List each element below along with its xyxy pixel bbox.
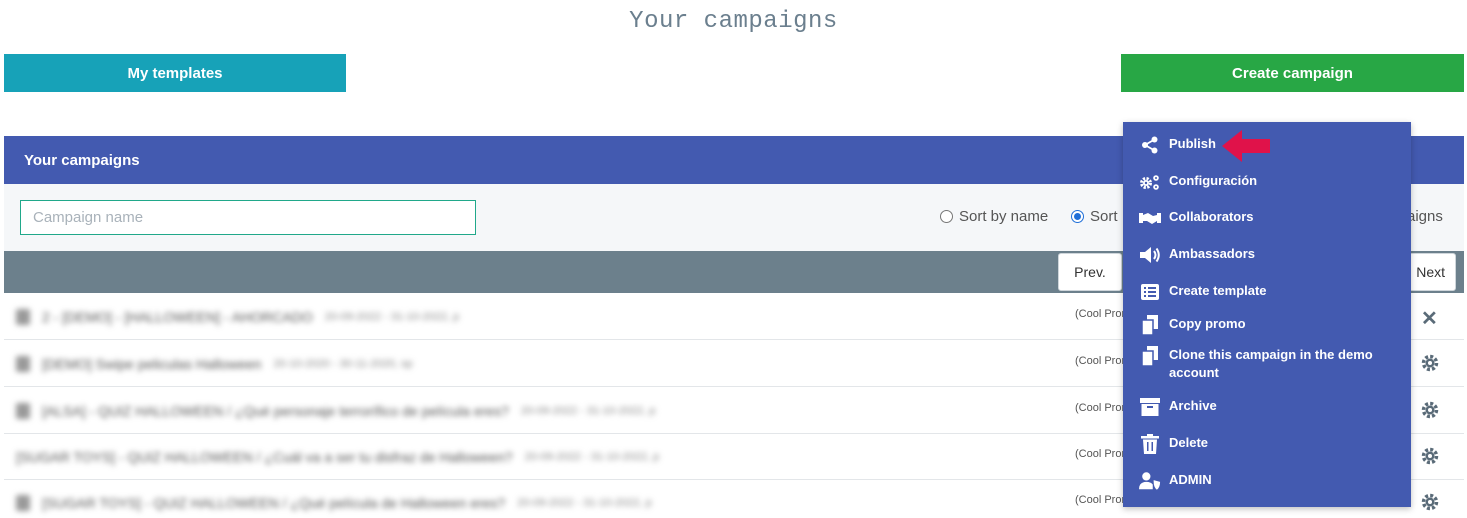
annotation-arrow-icon [1222, 130, 1270, 162]
gear-icon[interactable] [1420, 353, 1440, 373]
document-icon [16, 495, 30, 511]
campaign-name: [ALSA] - QUIZ HALLOWEEN / ¿Qué personaje… [42, 403, 509, 419]
campaign-name: [SUGAR TOYS] - QUIZ HALLOWEEN / ¿Cuál va… [16, 449, 513, 465]
menu-item-label: Collaborators [1169, 209, 1254, 224]
campaign-context-menu: Publish Configuración Collaborators Amba… [1123, 122, 1411, 507]
sort-by-name-label: Sort by name [959, 208, 1049, 225]
campaign-name: 2 - [DEMO] - [HALLOWEEN] - AHORCADO [42, 309, 313, 325]
menu-item-label: Clone this campaign in the demo account [1169, 347, 1373, 380]
menu-item-configuracion[interactable]: Configuración [1139, 172, 1379, 192]
campaign-name: [SUGAR TOYS] - QUIZ HALLOWEEN / ¿Qué pel… [42, 495, 506, 511]
panel-header-title: Your campaigns [24, 151, 140, 169]
menu-item-label: ADMIN [1169, 472, 1212, 487]
menu-item-label: Copy promo [1169, 316, 1246, 331]
menu-item-label: Ambassadors [1169, 246, 1255, 261]
campaign-row-content: [SUGAR TOYS] - QUIZ HALLOWEEN / ¿Cuál va… [16, 447, 741, 467]
campaign-dates: 20-10-2020 - 30-11-2020, sp [273, 358, 413, 370]
menu-item-label: Configuración [1169, 173, 1258, 188]
list-icon [1139, 282, 1161, 302]
create-campaign-button[interactable]: Create campaign [1121, 54, 1464, 92]
sort-other-label: Sort [1090, 208, 1118, 225]
document-icon [16, 309, 30, 325]
sort-other-option[interactable]: Sort [1071, 208, 1118, 225]
document-icon [16, 356, 30, 372]
copy-icon [1139, 315, 1161, 335]
menu-item-label: Delete [1169, 435, 1209, 450]
user-shield-icon [1139, 471, 1161, 491]
gear-icon[interactable] [1420, 400, 1440, 420]
gear-icon[interactable] [1420, 446, 1440, 466]
campaign-row-content: 2 - [DEMO] - [HALLOWEEN] - AHORCADO 20-0… [16, 307, 741, 327]
menu-item-copy-promo[interactable]: Copy promo [1139, 315, 1379, 335]
clone-icon [1139, 346, 1161, 366]
gear-icon[interactable] [1420, 492, 1440, 512]
sort-other-radio[interactable] [1071, 210, 1084, 223]
handshake-icon [1139, 208, 1161, 228]
menu-item-create-template[interactable]: Create template [1139, 282, 1379, 302]
campaign-search-input[interactable] [20, 200, 476, 235]
menu-item-label: Archive [1169, 398, 1217, 413]
menu-item-delete[interactable]: Delete [1139, 434, 1379, 454]
campaign-row-content: [DEMO] Swipe peliculas Halloween 20-10-2… [16, 354, 741, 374]
archive-icon [1139, 397, 1161, 417]
menu-item-clone-demo[interactable]: Clone this campaign in the demo account [1139, 346, 1379, 382]
menu-item-admin[interactable]: ADMIN [1139, 471, 1379, 491]
filter-trailing-text: aigns [1407, 208, 1443, 225]
document-icon [16, 403, 30, 419]
page-title: Your campaigns [629, 8, 838, 35]
menu-item-ambassadors[interactable]: Ambassadors [1139, 245, 1379, 265]
close-icon[interactable]: ✕ [1421, 306, 1438, 331]
campaign-name: [DEMO] Swipe peliculas Halloween [42, 356, 262, 372]
menu-item-collaborators[interactable]: Collaborators [1139, 208, 1379, 228]
menu-item-label: Create template [1169, 283, 1267, 298]
campaign-row-content: [SUGAR TOYS] - QUIZ HALLOWEEN / ¿Qué pel… [16, 493, 741, 513]
campaign-row-content: [ALSA] - QUIZ HALLOWEEN / ¿Qué personaje… [16, 401, 741, 421]
campaign-dates: 20-09-2022 - 31-10-2022, p [324, 311, 460, 323]
campaign-dates: 20-09-2022 - 31-10-2022, p [520, 405, 656, 417]
menu-item-archive[interactable]: Archive [1139, 397, 1379, 417]
gears-icon [1139, 172, 1161, 192]
campaign-dates: 20-09-2022 - 31-10-2022, p [524, 451, 660, 463]
my-templates-button[interactable]: My templates [4, 54, 346, 92]
sort-by-name-radio[interactable] [940, 210, 953, 223]
share-icon [1139, 135, 1161, 155]
megaphone-icon [1139, 245, 1161, 265]
prev-page-button[interactable]: Prev. [1058, 253, 1122, 291]
menu-item-label: Publish [1169, 136, 1216, 151]
trash-icon [1139, 434, 1161, 454]
sort-by-name-option[interactable]: Sort by name [940, 208, 1048, 225]
campaign-dates: 20-09-2022 - 31-10-2022, p [517, 497, 652, 509]
